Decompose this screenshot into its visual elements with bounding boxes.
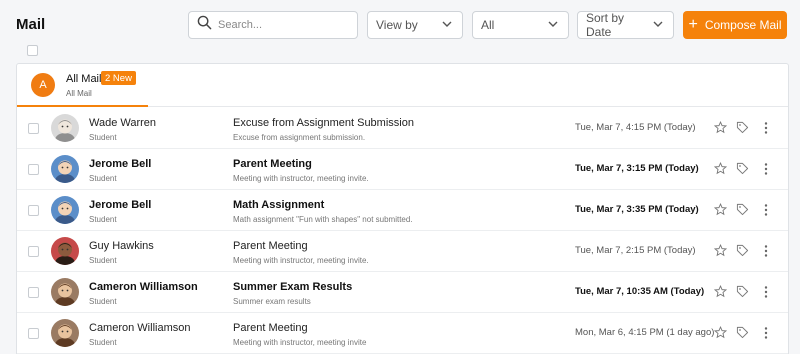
mail-date: Mon, Mar 6, 4:15 PM (1 day ago) <box>575 327 715 338</box>
mail-date: Tue, Mar 7, 3:35 PM (Today) <box>575 204 699 215</box>
mail-row[interactable]: Wade Warren Student Excuse from Assignme… <box>17 108 788 149</box>
mail-preview: Excuse from assignment submission. <box>233 133 366 142</box>
more-vertical-icon[interactable] <box>760 203 772 217</box>
avatar <box>51 278 79 306</box>
sender-name: Guy Hawkins <box>89 240 154 252</box>
mail-subject: Excuse from Assignment Submission <box>233 117 414 129</box>
row-checkbox[interactable] <box>28 164 39 175</box>
folder-header: A All Mail 2 New All Mail <box>17 64 788 107</box>
mail-subject: Parent Meeting <box>233 158 312 170</box>
sender-name: Jerome Bell <box>89 199 152 211</box>
mail-preview: Meeting with instructor, meeting invite <box>233 338 367 347</box>
sender-role: Student <box>89 297 117 306</box>
row-checkbox[interactable] <box>28 287 39 298</box>
row-checkbox[interactable] <box>28 328 39 339</box>
sender-role: Student <box>89 174 117 183</box>
search-icon <box>197 15 212 35</box>
star-icon[interactable] <box>714 162 727 175</box>
more-vertical-icon[interactable] <box>760 326 772 340</box>
search-input[interactable] <box>218 19 348 31</box>
more-vertical-icon[interactable] <box>760 162 772 176</box>
mail-row[interactable]: Cameron Williamson Student Summer Exam R… <box>17 272 788 313</box>
more-vertical-icon[interactable] <box>760 244 772 258</box>
new-count-badge: 2 New <box>101 71 136 85</box>
folder-subtitle: All Mail <box>66 89 92 98</box>
more-vertical-icon[interactable] <box>760 121 772 135</box>
page-title: Mail <box>16 16 46 33</box>
search-box[interactable] <box>188 11 358 39</box>
sort-dropdown[interactable]: Sort by Date <box>577 11 674 39</box>
sender-role: Student <box>89 133 117 142</box>
sender-name: Cameron Williamson <box>89 281 198 293</box>
star-icon[interactable] <box>714 285 727 298</box>
mail-subject: Summer Exam Results <box>233 281 353 293</box>
mail-row[interactable]: Jerome Bell Student Math Assignment Math… <box>17 190 788 231</box>
star-icon[interactable] <box>714 121 727 134</box>
mail-preview: Meeting with instructor, meeting invite. <box>233 174 369 183</box>
mail-date: Tue, Mar 7, 3:15 PM (Today) <box>575 163 699 174</box>
select-all-checkbox[interactable] <box>27 45 38 56</box>
plus-icon: + <box>688 16 698 33</box>
sort-label: Sort by Date <box>586 11 625 39</box>
mail-date: Tue, Mar 7, 2:15 PM (Today) <box>575 245 696 256</box>
avatar <box>51 114 79 142</box>
mail-preview: Summer exam results <box>233 297 311 306</box>
view-by-label: View by <box>376 18 418 32</box>
tab-all-mail[interactable]: A All Mail 2 New All Mail <box>17 64 148 107</box>
avatar <box>51 196 79 224</box>
sender-name: Wade Warren <box>89 117 157 129</box>
mail-subject: Parent Meeting <box>233 240 308 252</box>
avatar <box>51 237 79 265</box>
compose-mail-label: Compose Mail <box>704 18 782 32</box>
chevron-down-icon <box>652 18 664 33</box>
compose-mail-button[interactable]: + Compose Mail <box>683 11 787 39</box>
mail-subject: Parent Meeting <box>233 322 308 334</box>
sender-name: Cameron Williamson <box>89 322 191 334</box>
filter-label: All <box>481 18 495 32</box>
mail-row[interactable]: Jerome Bell Student Parent Meeting Meeti… <box>17 149 788 190</box>
mail-row[interactable]: Guy Hawkins Student Parent Meeting Meeti… <box>17 231 788 272</box>
chevron-down-icon <box>547 18 559 33</box>
folder-avatar: A <box>31 73 55 97</box>
tag-icon[interactable] <box>736 162 749 175</box>
filter-dropdown[interactable]: All <box>472 11 569 39</box>
mail-panel: A All Mail 2 New All Mail Wade Warren St… <box>16 63 789 354</box>
folder-name: All Mail <box>66 73 102 85</box>
sender-name: Jerome Bell <box>89 158 152 170</box>
row-checkbox[interactable] <box>28 246 39 257</box>
chevron-down-icon <box>441 18 453 33</box>
sender-role: Student <box>89 215 117 224</box>
sender-role: Student <box>89 256 117 265</box>
star-icon[interactable] <box>714 326 727 339</box>
tag-icon[interactable] <box>736 326 749 339</box>
star-icon[interactable] <box>714 244 727 257</box>
tag-icon[interactable] <box>736 244 749 257</box>
mail-row[interactable]: Cameron Williamson Student Parent Meetin… <box>17 313 788 354</box>
row-checkbox[interactable] <box>28 205 39 216</box>
row-checkbox[interactable] <box>28 123 39 134</box>
sender-role: Student <box>89 338 117 347</box>
tag-icon[interactable] <box>736 121 749 134</box>
more-vertical-icon[interactable] <box>760 285 772 299</box>
mail-preview: Meeting with instructor, meeting invite. <box>233 256 369 265</box>
mail-subject: Math Assignment <box>233 199 325 211</box>
tag-icon[interactable] <box>736 203 749 216</box>
star-icon[interactable] <box>714 203 727 216</box>
mail-date: Tue, Mar 7, 10:35 AM (Today) <box>575 286 705 297</box>
avatar <box>51 319 79 347</box>
avatar <box>51 155 79 183</box>
mail-preview: Math assignment "Fun with shapes" not su… <box>233 215 413 224</box>
mail-date: Tue, Mar 7, 4:15 PM (Today) <box>575 122 696 133</box>
view-by-dropdown[interactable]: View by <box>367 11 463 39</box>
tag-icon[interactable] <box>736 285 749 298</box>
